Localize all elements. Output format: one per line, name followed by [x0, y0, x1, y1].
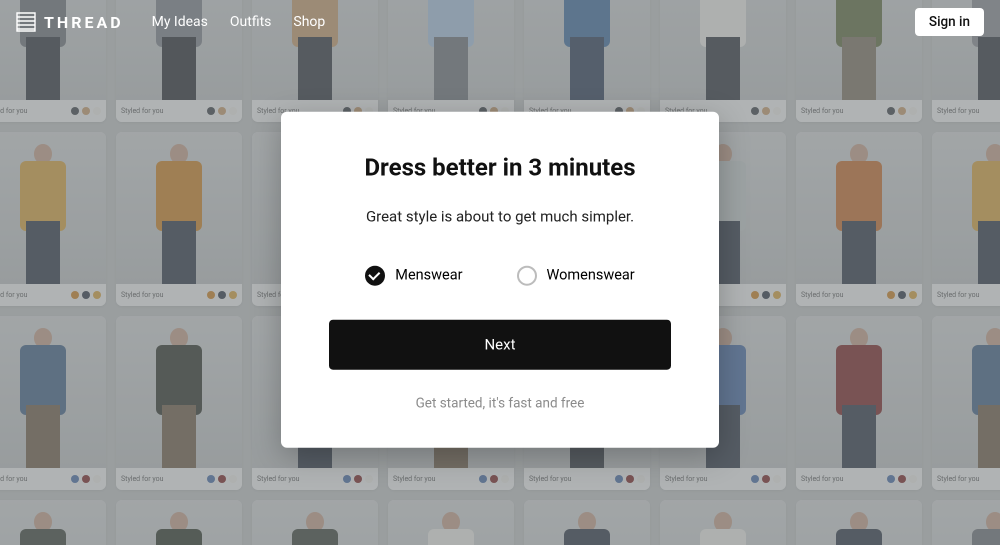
choice-label: Menswear [395, 267, 462, 284]
choice-menswear[interactable]: Menswear [365, 265, 462, 285]
nav-my-ideas[interactable]: My Ideas [152, 14, 208, 30]
choice-label: Womenswear [547, 267, 635, 284]
main-nav: My Ideas Outfits Shop [152, 14, 326, 30]
next-button[interactable]: Next [329, 319, 671, 369]
gender-choice-group: Menswear Womenswear [329, 265, 671, 285]
modal-subtitle: Great style is about to get much simpler… [329, 207, 671, 225]
nav-shop[interactable]: Shop [293, 14, 325, 30]
nav-outfits[interactable]: Outfits [230, 14, 272, 30]
radio-unchecked-icon [517, 265, 537, 285]
header: THREAD My Ideas Outfits Shop Sign in [0, 0, 1000, 44]
brand-name: THREAD [44, 13, 124, 32]
modal-title: Dress better in 3 minutes [329, 153, 671, 181]
modal-footer: Get started, it's fast and free [329, 395, 671, 411]
onboarding-modal: Dress better in 3 minutes Great style is… [281, 111, 719, 447]
radio-checked-icon [365, 265, 385, 285]
logo-mark-icon [16, 12, 36, 32]
brand-logo[interactable]: THREAD [16, 12, 124, 32]
sign-in-button[interactable]: Sign in [915, 8, 984, 36]
choice-womenswear[interactable]: Womenswear [517, 265, 635, 285]
